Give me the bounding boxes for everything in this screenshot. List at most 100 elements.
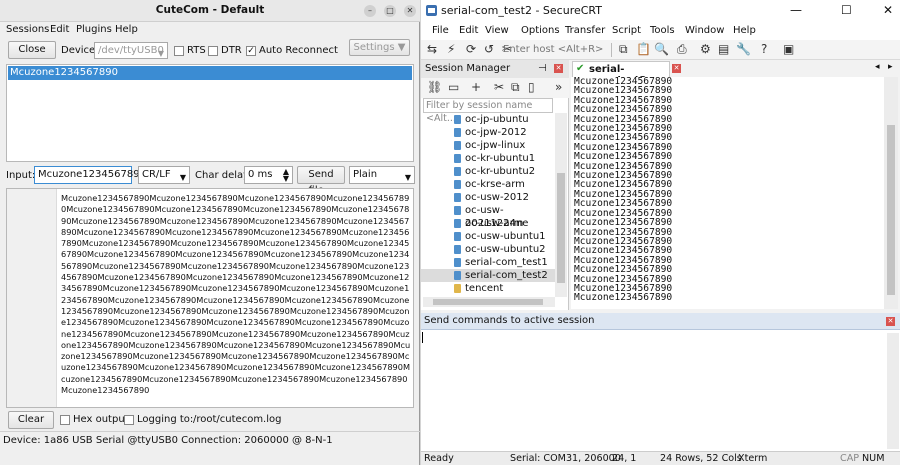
line-end-select[interactable]: CR/LF ▼ — [138, 166, 190, 184]
host-input[interactable]: Enter host <Alt+R> — [503, 44, 603, 55]
scrollbar-thumb[interactable] — [557, 173, 565, 283]
quick-connect-icon[interactable]: ⚡ — [447, 42, 455, 56]
command-input[interactable] — [423, 330, 886, 450]
format-select[interactable]: Plain ▼ — [349, 166, 415, 184]
session-scrollbar[interactable] — [555, 113, 567, 297]
session-filter-input[interactable]: Filter by session name <Alt... — [423, 98, 553, 124]
cut-icon[interactable]: ✂ — [494, 80, 504, 94]
clear-button[interactable]: Clear — [8, 411, 54, 429]
close-icon[interactable]: ✕ — [404, 5, 416, 17]
status-caps: CAP — [840, 453, 860, 464]
help-icon[interactable]: ? — [761, 42, 767, 56]
session-item[interactable]: oc-jpw-2012 — [421, 126, 555, 139]
session-item[interactable]: oc-kr-ubuntu2 — [421, 165, 555, 178]
menu-plugins[interactable]: Plugins — [76, 24, 112, 35]
session-item[interactable]: serial-com_test1 — [421, 256, 555, 269]
menu-tools[interactable]: Tools — [650, 25, 675, 36]
keymap-icon[interactable]: 🔧 — [736, 42, 751, 56]
maximize-icon[interactable]: □ — [384, 5, 396, 17]
session-item[interactable]: oc-jpw-linux — [421, 139, 555, 152]
folder-icon[interactable]: ▭ — [448, 80, 459, 94]
menu-window[interactable]: Window — [685, 25, 724, 36]
close-pane-icon[interactable]: ✕ — [886, 317, 895, 326]
chevron-down-icon: ▼ — [404, 173, 411, 182]
session-item[interactable]: oc-usw-2012 — [421, 191, 555, 204]
command-history-list[interactable]: Mcuzone1234567890 — [6, 64, 414, 162]
output-display[interactable]: Mcuzone1234567890Mcuzone1234567890Mcuzon… — [6, 188, 414, 408]
log-path[interactable]: /root/cutecom.log — [193, 414, 281, 425]
session-icon — [454, 271, 461, 280]
paste-icon[interactable]: ▯ — [528, 80, 535, 94]
menu-edit[interactable]: Edit — [459, 25, 478, 36]
settings-icon[interactable]: ⚙ — [700, 42, 711, 56]
maximize-icon[interactable]: ☐ — [841, 3, 852, 17]
history-item[interactable]: Mcuzone1234567890 — [8, 66, 412, 80]
session-item[interactable]: oc-krse-arm — [421, 178, 555, 191]
session-item[interactable]: oc-usw-ubuntu2 — [421, 243, 555, 256]
connection-status: Device: 1a86 USB Serial @ttyUSB0 Connect… — [3, 435, 333, 446]
session-item[interactable]: oc-kr-ubuntu1 — [421, 152, 555, 165]
menu-script[interactable]: Script — [612, 25, 641, 36]
scrollbar-thumb[interactable] — [887, 125, 895, 295]
session-item[interactable]: oc-usw-arm — [421, 217, 555, 230]
global-options-icon[interactable]: ▤ — [718, 42, 729, 56]
connect-tab-icon[interactable]: ⟳ — [466, 42, 476, 56]
paste-icon[interactable]: 📋 — [636, 42, 651, 56]
hex-output-checkbox[interactable] — [60, 415, 70, 425]
session-item[interactable]: tencent — [421, 282, 555, 295]
print-icon[interactable]: ⎙ — [677, 42, 687, 56]
find-icon[interactable]: 🔍 — [654, 42, 669, 56]
session-item[interactable]: oc-jp-ubuntu — [421, 113, 555, 126]
dtr-label: DTR — [221, 45, 242, 56]
image-icon[interactable]: ▣ — [783, 42, 794, 56]
tab-prev-icon[interactable]: ◂ — [875, 62, 880, 72]
logging-checkbox[interactable] — [124, 415, 134, 425]
tab-serial-com-test2[interactable]: ✔ serial-com_test2 — [572, 61, 670, 86]
menu-view[interactable]: View — [485, 25, 509, 36]
more-icon[interactable]: » — [555, 80, 562, 94]
session-manager-title: Session Manager — [425, 63, 511, 74]
settings-button[interactable]: Settings ▼ — [349, 39, 410, 56]
menu-options[interactable]: Options — [521, 25, 560, 36]
tab-next-icon[interactable]: ▸ — [888, 62, 893, 72]
device-select[interactable]: /dev/ttyUSB0 ▼ — [94, 42, 168, 59]
terminal-scrollbar[interactable] — [884, 77, 898, 309]
menu-help[interactable]: Help — [115, 24, 138, 35]
pin-icon[interactable]: ⊣ — [538, 63, 547, 74]
copy-icon[interactable]: ⧉ — [511, 80, 520, 94]
status-ready: Ready — [424, 453, 454, 464]
connect-icon[interactable]: ⇆ — [427, 42, 437, 56]
add-session-icon[interactable]: + — [471, 80, 481, 94]
rts-checkbox[interactable] — [174, 46, 184, 56]
close-pane-icon[interactable]: ✕ — [554, 64, 563, 73]
link-icon[interactable]: ⛓ — [427, 80, 442, 94]
scrollbar-thumb[interactable] — [433, 299, 543, 305]
minimize-icon[interactable]: – — [364, 5, 376, 17]
session-item-active[interactable]: serial-com_test2 — [421, 269, 555, 282]
send-file-button[interactable]: Send file... — [297, 166, 345, 196]
minimize-icon[interactable]: — — [790, 3, 802, 17]
menu-transfer[interactable]: Transfer — [565, 25, 605, 36]
line-end-value: CR/LF — [142, 169, 171, 180]
dtr-checkbox[interactable] — [208, 46, 218, 56]
menu-sessions[interactable]: Sessions — [6, 24, 49, 35]
close-tab-icon[interactable]: ✕ — [672, 64, 681, 73]
menu-help[interactable]: Help — [733, 25, 756, 36]
command-scrollbar[interactable] — [887, 333, 899, 449]
close-icon[interactable]: ✕ — [883, 3, 893, 17]
status-emulation: Xterm — [738, 453, 768, 464]
close-button[interactable]: Close — [8, 41, 56, 59]
menu-file[interactable]: File — [432, 25, 449, 36]
char-delay-spinbox[interactable]: 0 ms ▲ ▼ — [244, 166, 293, 184]
session-icon — [454, 193, 461, 202]
menu-edit[interactable]: Edit — [50, 24, 69, 35]
session-item[interactable]: oc-usw-20211224ne — [421, 204, 555, 229]
reconnect-icon[interactable]: ↺ — [484, 42, 494, 56]
spin-arrows-icon[interactable]: ▲ ▼ — [283, 168, 289, 183]
auto-reconnect-checkbox[interactable]: ✓ — [246, 46, 256, 56]
session-item[interactable]: oc-usw-ubuntu1 — [421, 230, 555, 243]
terminal-view[interactable]: Mcuzone1234567890 Mcuzone1234567890 Mcuzon… — [571, 76, 884, 309]
copy-icon[interactable]: ⧉ — [619, 42, 628, 56]
input-field[interactable]: Mcuzone1234567890 — [34, 166, 146, 184]
session-hscrollbar[interactable] — [423, 297, 555, 307]
